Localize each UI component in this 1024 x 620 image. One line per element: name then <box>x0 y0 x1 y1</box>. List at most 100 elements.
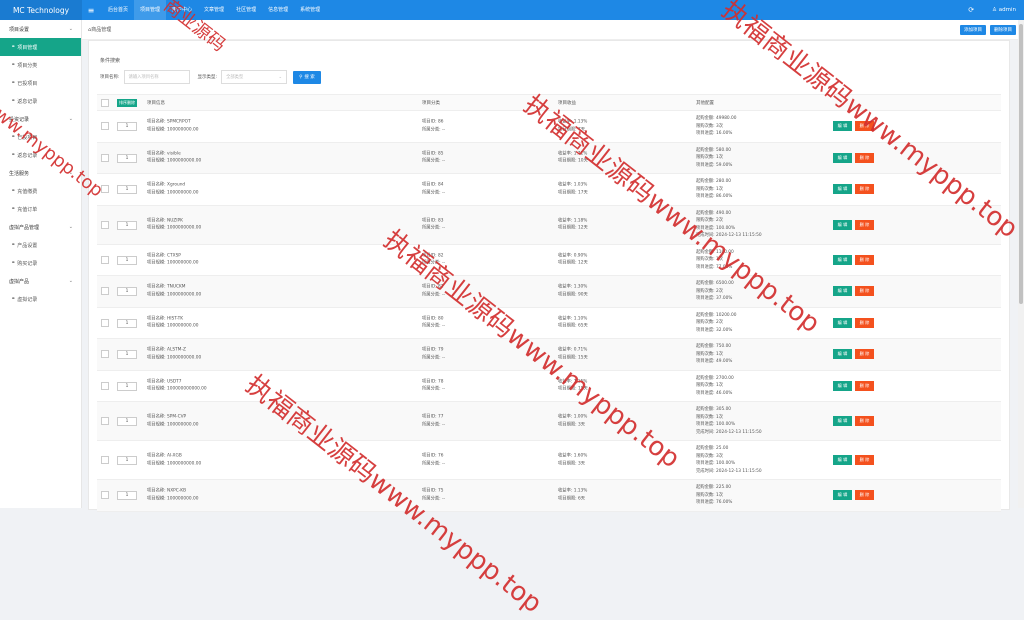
sidebar-item[interactable]: ⚭ 已投项目 <box>0 74 81 92</box>
row-checkbox[interactable] <box>101 255 109 264</box>
sidebar-item[interactable]: ⚭ 返息记录 <box>0 146 81 164</box>
sidebar-item[interactable]: ⚭ 返息记录 <box>0 92 81 110</box>
edit-button[interactable]: 编 辑 <box>833 455 852 465</box>
sidebar-group[interactable]: 生活服务 ⌄ <box>0 164 81 182</box>
delete-button[interactable]: 删 除 <box>855 219 874 230</box>
sidebar-group-label: 生活服务 <box>9 170 30 177</box>
cell-line: 所属分类: -- <box>422 355 446 361</box>
edit-button[interactable]: 编 辑 <box>833 380 852 391</box>
sidebar-item[interactable]: ⚭ 项目分类 <box>0 56 81 74</box>
delete-button[interactable]: 删 除 <box>855 184 874 195</box>
edit-button[interactable]: 编 辑 <box>833 286 852 297</box>
info-cell: 项目名称: SPM-CVP 项目规模: 100000000.00 <box>147 414 198 429</box>
row-checkbox[interactable] <box>101 456 109 464</box>
edit-button[interactable]: 编 辑 <box>833 349 852 360</box>
row-checkbox[interactable] <box>101 318 109 327</box>
category-cell: 项目ID: 75 所属分类: -- <box>422 488 445 503</box>
search-title: 条件搜索 <box>100 58 121 64</box>
menu-toggle-icon[interactable]: ≡ <box>82 6 100 15</box>
info-cell: 项目名称: TNUCKM 项目规模: 1000000000.00 <box>147 284 201 299</box>
row-checkbox[interactable] <box>101 417 109 425</box>
sort-order-input[interactable]: 1 <box>117 350 137 360</box>
delete-button[interactable]: 删 除 <box>855 286 874 297</box>
select-all-checkbox[interactable] <box>101 98 109 107</box>
sort-order-input[interactable]: 1 <box>117 122 137 132</box>
add-project-button[interactable]: 添加项目 <box>960 24 986 35</box>
sidebar-item[interactable]: ⚭ 产品设置 <box>0 236 81 254</box>
rate-cell: 收益率: 1.13% 项目期限: 6天 <box>558 488 587 503</box>
row-checkbox[interactable] <box>101 381 109 390</box>
project-name-input[interactable]: 请输入项目名称 <box>123 70 190 84</box>
row-checkbox[interactable] <box>101 220 109 229</box>
sidebar-item-label: 产品设置 <box>17 242 38 249</box>
delete-button[interactable]: 删 除 <box>855 152 874 163</box>
edit-button[interactable]: 编 辑 <box>833 219 852 230</box>
delete-button[interactable]: 删 除 <box>855 317 874 328</box>
row-actions: 编 辑删 除 <box>833 317 874 328</box>
row-checkbox[interactable] <box>101 287 109 296</box>
edit-button[interactable]: 编 辑 <box>833 416 852 426</box>
topnav-item[interactable]: 系统管理 <box>294 0 326 20</box>
sidebar-item[interactable]: ⚭ 购买记录 <box>0 254 81 272</box>
topnav-item[interactable]: 社区管理 <box>230 0 262 20</box>
delete-button[interactable]: 删 除 <box>855 380 874 391</box>
sidebar-item[interactable]: ⚭ 项目管理 <box>0 38 81 56</box>
sort-order-input[interactable]: 1 <box>117 456 137 465</box>
edit-button[interactable]: 编 辑 <box>833 152 852 163</box>
cell-line: 起购金额: 305.00 <box>696 407 732 412</box>
delete-button[interactable]: 删 除 <box>855 254 874 265</box>
topnav-item[interactable]: 信息管理 <box>262 0 294 20</box>
row-checkbox[interactable] <box>101 122 109 131</box>
delete-button[interactable]: 删 除 <box>855 349 874 360</box>
sidebar-group[interactable]: 虚拟产品管理 ⌄ <box>0 218 81 236</box>
topnav-item[interactable]: 项目管理 <box>134 0 167 20</box>
search-button[interactable]: ⚲ 搜 索 <box>293 70 321 84</box>
sidebar-item-label: 已投项目 <box>17 134 38 141</box>
sidebar-group[interactable]: 投资记录 ⌄ <box>0 110 81 128</box>
edit-button[interactable]: 编 辑 <box>833 254 852 265</box>
delete-button[interactable]: 删 除 <box>855 416 874 426</box>
delete-button[interactable]: 删 除 <box>855 490 874 501</box>
row-checkbox[interactable] <box>101 153 109 162</box>
sort-order-input[interactable]: 1 <box>117 185 137 195</box>
cell-line: 项目进度: 59.00% <box>696 162 733 168</box>
cell-line: 项目名称: visible <box>147 151 181 157</box>
edit-button[interactable]: 编 辑 <box>833 184 852 195</box>
sidebar-item[interactable]: ⚭ 已投项目 <box>0 128 81 146</box>
delete-project-button[interactable]: 删除项目 <box>990 24 1016 35</box>
sidebar-item[interactable]: ⚭ 虚拟记录 <box>0 290 81 308</box>
sidebar-group[interactable]: 虚拟产品 ⌄ <box>0 272 81 290</box>
row-checkbox[interactable] <box>101 491 109 500</box>
sort-order-input[interactable]: 1 <box>117 153 137 163</box>
page-scrollbar[interactable] <box>1018 20 1024 508</box>
cell-line: 起购金额: 490.00 <box>696 210 732 216</box>
sidebar-group[interactable]: 项目设置 ⌄ <box>0 20 81 38</box>
topnav-item[interactable]: 文章管理 <box>198 0 230 20</box>
refresh-icon[interactable]: ⟳ <box>968 6 974 14</box>
sort-order-input[interactable]: 1 <box>117 381 137 391</box>
sidebar-item[interactable]: ⚭ 充值缴费 <box>0 182 81 200</box>
sort-order-input[interactable]: 1 <box>117 491 137 501</box>
cell-line: 项目名称: TNUCKM <box>147 284 186 290</box>
edit-button[interactable]: 编 辑 <box>833 121 852 132</box>
sort-order-input[interactable]: 1 <box>117 255 137 265</box>
user-menu[interactable]: ♙ admin <box>992 7 1016 13</box>
sort-order-input[interactable]: 1 <box>117 287 137 297</box>
sort-order-input[interactable]: 1 <box>117 220 137 230</box>
cell-line: 限购次数: 1次 <box>696 186 724 192</box>
scrollbar-thumb[interactable] <box>1019 24 1023 304</box>
sort-order-input[interactable]: 1 <box>117 318 137 328</box>
edit-button[interactable]: 编 辑 <box>833 490 852 501</box>
cell-line: 所属分类: -- <box>422 496 446 502</box>
sidebar-item[interactable]: ⚭ 充值订单 <box>0 200 81 218</box>
sort-delete-button[interactable]: 排序删除 <box>117 98 137 107</box>
row-checkbox[interactable] <box>101 185 109 194</box>
delete-button[interactable]: 删 除 <box>855 121 874 132</box>
type-select[interactable]: 全部类型 ⌄ <box>221 70 288 84</box>
sort-order-input[interactable]: 1 <box>117 417 137 426</box>
topnav-item[interactable]: 用户中心 <box>166 0 198 20</box>
delete-button[interactable]: 删 除 <box>855 455 874 465</box>
row-checkbox[interactable] <box>101 350 109 359</box>
topnav-item[interactable]: 后台首页 <box>102 0 134 20</box>
edit-button[interactable]: 编 辑 <box>833 317 852 328</box>
